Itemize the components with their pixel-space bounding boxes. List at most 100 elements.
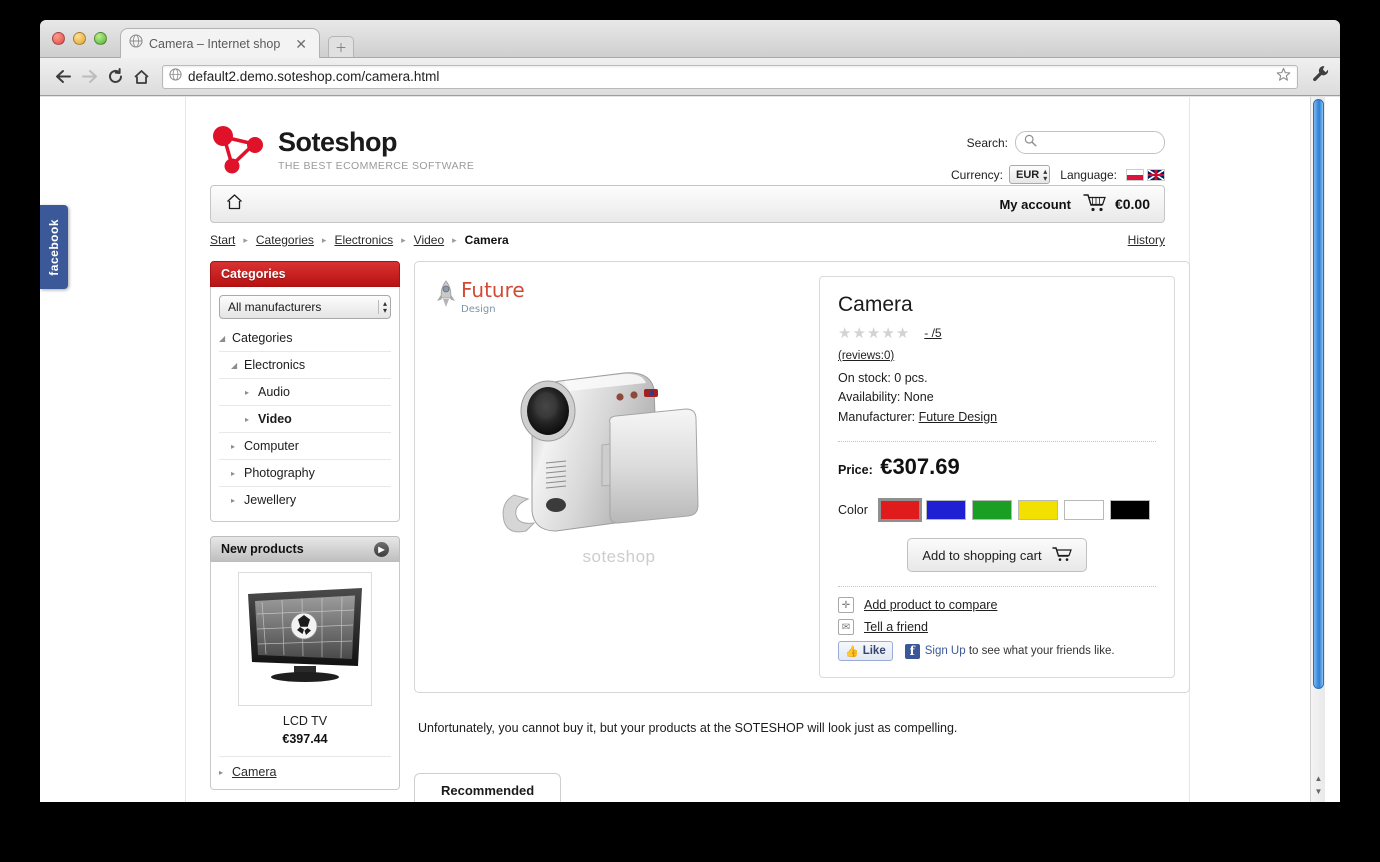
flag-gb-icon[interactable] [1147, 169, 1165, 181]
twisty-open-icon[interactable]: ◢ [219, 334, 232, 343]
stock-label: On stock: 0 pcs. [838, 369, 1156, 388]
currency-select[interactable]: EUR ▴▾ [1009, 165, 1050, 184]
sidebar-item-computer[interactable]: ▸ Computer [219, 433, 391, 460]
cart-total: €0.00 [1115, 196, 1150, 212]
breadcrumb-item-electronics[interactable]: Electronics [334, 233, 393, 247]
new-product-link[interactable]: Camera [232, 765, 276, 779]
web-page: facebook [40, 97, 1325, 802]
history-link[interactable]: History [1128, 233, 1165, 247]
product-details: Camera ★ ★ ★ ★ ★ - /5 (reviews:0) [819, 276, 1175, 678]
sidebar-item-audio[interactable]: ▸ Audio [219, 379, 391, 406]
tab-strip: Recommended [414, 773, 1190, 802]
color-swatch-yellow[interactable] [1018, 500, 1058, 520]
new-tab-button[interactable]: ＋ [328, 36, 354, 57]
sidebar-item-electronics[interactable]: ◢ Electronics [219, 352, 391, 379]
main-content: Future Design [414, 261, 1190, 802]
sidebar-item-photography[interactable]: ▸ Photography [219, 460, 391, 487]
sidebar-item-label: Jewellery [244, 493, 296, 507]
home-icon[interactable] [225, 193, 244, 216]
brand-logo[interactable]: Soteshop THE BEST ECOMMERCE SOFTWARE [210, 115, 474, 185]
new-product-price: €397.44 [219, 732, 391, 746]
manufacturer-link[interactable]: Future Design [919, 410, 998, 424]
browser-toolbar: default2.demo.soteshop.com/camera.html [40, 58, 1340, 96]
color-label: Color [838, 503, 868, 517]
rating-star-icon[interactable]: ★ [838, 324, 852, 342]
breadcrumb: Start ▸ Categories ▸ Electronics ▸ Video… [210, 233, 509, 247]
breadcrumb-item-video[interactable]: Video [414, 233, 444, 247]
manufacturer-select[interactable]: All manufacturers ▴▾ [219, 295, 391, 319]
shopping-cart-icon[interactable] [1083, 193, 1107, 215]
site-globe-icon [169, 68, 182, 86]
rating-score-link[interactable]: - /5 [924, 326, 941, 340]
twisty-closed-icon[interactable]: ▸ [231, 469, 244, 478]
body-columns: Categories All manufacturers ▴▾ ◢ Catego… [186, 247, 1189, 802]
color-swatch-blue[interactable] [926, 500, 966, 520]
rocket-icon [435, 280, 457, 315]
breadcrumb-item-start[interactable]: Start [210, 233, 235, 247]
flag-pl-icon[interactable] [1126, 169, 1144, 181]
facebook-signup-suffix: to see what your friends like. [966, 645, 1115, 657]
color-swatch-white[interactable] [1064, 500, 1104, 520]
search-input[interactable] [1037, 136, 1156, 150]
sidebar-item-categories[interactable]: ◢ Categories [219, 325, 391, 352]
color-swatch-green[interactable] [972, 500, 1012, 520]
my-account-link[interactable]: My account [999, 197, 1071, 212]
window-maximize-button[interactable] [94, 32, 107, 45]
sidebar-item-video[interactable]: ▸ Video [219, 406, 391, 433]
compare-link[interactable]: Add product to compare [864, 598, 997, 612]
twisty-closed-icon[interactable]: ▸ [245, 388, 258, 397]
cart-icon [1052, 546, 1072, 565]
new-product-thumbnail[interactable] [238, 572, 372, 706]
browser-window: Camera – Internet shop ✕ ＋ def [40, 20, 1340, 802]
tab-recommended[interactable]: Recommended [414, 773, 561, 802]
color-swatch-red[interactable] [880, 500, 920, 520]
manufacturer-logo-sub: Design [461, 304, 525, 315]
rating-star-icon[interactable]: ★ [881, 324, 895, 342]
sidebar-item-jewellery[interactable]: ▸ Jewellery [219, 487, 391, 513]
address-bar[interactable]: default2.demo.soteshop.com/camera.html [162, 65, 1298, 89]
rating-star-icon[interactable]: ★ [852, 324, 866, 342]
settings-wrench-icon[interactable] [1312, 65, 1330, 88]
browser-tab[interactable]: Camera – Internet shop ✕ [120, 28, 320, 58]
new-product-title[interactable]: LCD TV [219, 714, 391, 728]
divider [838, 441, 1156, 442]
product-image[interactable]: soteshop [429, 315, 809, 605]
breadcrumb-item-categories[interactable]: Categories [256, 233, 314, 247]
envelope-icon: ✉ [838, 619, 854, 635]
scroll-down-icon[interactable]: ▼ [1315, 785, 1323, 798]
next-arrow-icon[interactable]: ▶ [374, 542, 389, 557]
rating-star-icon[interactable]: ★ [896, 324, 910, 342]
window-minimize-button[interactable] [73, 32, 86, 45]
sidebar-item-label: Video [258, 412, 292, 426]
color-swatch-black[interactable] [1110, 500, 1150, 520]
window-close-button[interactable] [52, 32, 65, 45]
compare-row[interactable]: ✛ Add product to compare [838, 597, 1156, 613]
reload-button[interactable] [102, 64, 128, 90]
twisty-closed-icon[interactable]: ▸ [231, 442, 244, 451]
scrollbar-buttons[interactable]: ▲ ▼ [1311, 772, 1326, 802]
header-utilities: Search: Currency: EUR [951, 115, 1165, 185]
back-button[interactable] [50, 64, 76, 90]
facebook-social-row: 👍 Like f Sign Up to see what your friend… [838, 641, 1156, 661]
twisty-open-icon[interactable]: ◢ [231, 361, 244, 370]
page-scrollbar[interactable]: ▲ ▼ [1310, 97, 1325, 802]
twisty-closed-icon[interactable]: ▸ [245, 415, 258, 424]
tell-friend-link[interactable]: Tell a friend [864, 620, 928, 634]
home-button[interactable] [128, 64, 154, 90]
manufacturer-logo[interactable]: Future Design [429, 276, 809, 315]
tab-close-icon[interactable]: ✕ [291, 37, 311, 51]
scrollbar-thumb[interactable] [1313, 99, 1324, 689]
sidebar-item-label: Electronics [244, 358, 305, 372]
facebook-like-button[interactable]: 👍 Like [838, 641, 893, 661]
facebook-side-tab[interactable]: facebook [40, 205, 68, 289]
add-to-cart-button[interactable]: Add to shopping cart [907, 538, 1086, 572]
search-box[interactable] [1015, 131, 1165, 154]
tell-friend-row[interactable]: ✉ Tell a friend [838, 619, 1156, 635]
bookmark-star-icon[interactable] [1276, 67, 1291, 87]
facebook-signup-link[interactable]: Sign Up [925, 645, 966, 657]
reviews-link[interactable]: (reviews:0) [838, 350, 894, 362]
forward-button[interactable] [76, 64, 102, 90]
rating-star-icon[interactable]: ★ [867, 324, 881, 342]
twisty-closed-icon[interactable]: ▸ [231, 496, 244, 505]
scroll-up-icon[interactable]: ▲ [1315, 772, 1323, 785]
